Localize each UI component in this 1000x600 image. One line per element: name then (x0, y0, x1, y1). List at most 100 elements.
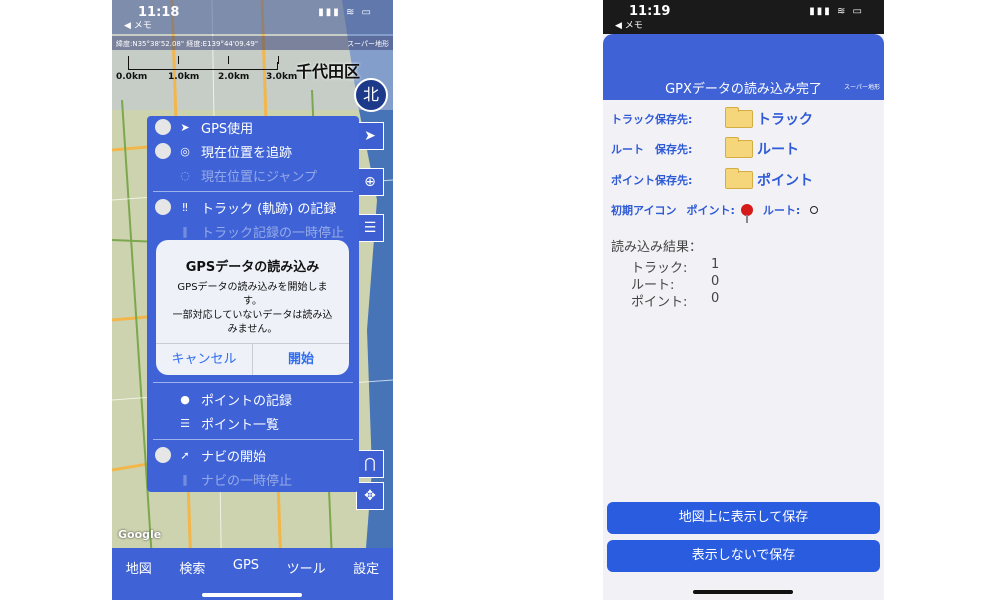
route-destination-row: ルート 保存先: ルート (611, 137, 799, 160)
scale-label: 3.0km (266, 72, 298, 82)
map-source-label: スーパー地形 (347, 40, 389, 48)
location-arrow-button[interactable]: ➤ (356, 122, 384, 150)
menu-item-label: ポイント一覧 (201, 417, 280, 433)
dialog-message: GPSデータの読み込みを開始します。 一部対応していないデータは読み込みません。 (172, 282, 333, 335)
menu-item-record-point[interactable]: ● ポイントの記録 (155, 388, 292, 410)
status-time: 11:19 (629, 4, 671, 19)
tab-map[interactable]: 地図 (126, 558, 152, 600)
menu-item-label: GPS使用 (201, 121, 254, 137)
toggle-switch[interactable] (155, 119, 171, 135)
status-bar: 11:19 ◀ メモ ▮▮▮ ≋ ▭ (603, 0, 884, 34)
result-line: ポイント: 0 (611, 291, 720, 310)
default-icon-label: 初期アイコン (611, 204, 677, 217)
pause-icon: ‖ (182, 224, 188, 238)
route-button[interactable]: ⋂ (356, 450, 384, 478)
location-arrow-icon: ➤ (180, 120, 190, 134)
navigate-arrow-icon: ➚ (180, 448, 190, 462)
result-value: 1 (711, 257, 720, 272)
result-body: トラック保存先: トラック ルート 保存先: ルート ポイント保存先: ポイント… (603, 100, 884, 600)
menu-item-start-navi[interactable]: ➚ ナビの開始 (155, 444, 266, 466)
toggle-switch[interactable] (155, 447, 171, 463)
menu-lines-button[interactable]: ☰ (356, 214, 384, 242)
menu-item-pause-navi[interactable]: ‖ ナビの一時停止 (155, 468, 292, 490)
menu-item-label: トラック (軌跡) の記録 (201, 201, 337, 217)
track-destination-row: トラック保存先: トラック (611, 107, 813, 130)
result-key: ルート: (631, 278, 675, 293)
menu-item-track-position[interactable]: ◎ 現在位置を追跡 (155, 140, 292, 162)
red-pin-icon[interactable] (740, 204, 753, 223)
list-icon: ☰ (180, 416, 190, 430)
circle-icon[interactable] (810, 206, 819, 214)
coordinate-readout: 緯度:N35°38'52.08" 経度:E139°44'09.49" (116, 40, 259, 48)
menu-item-label: ナビの開始 (201, 449, 267, 465)
result-line: トラック: 1 (611, 257, 720, 276)
left-phone-screen: 11:18 ◀ メモ ▮▮▮ ≋ ▭ 緯度:N35°38'52.08" 経度:E… (112, 0, 393, 600)
google-logo: Google (118, 528, 162, 541)
folder-name[interactable]: ポイント (757, 170, 813, 190)
crosshair-button[interactable]: ⊕ (356, 168, 384, 196)
result-value: 0 (711, 274, 720, 289)
toggle-switch[interactable] (155, 199, 171, 215)
tab-settings[interactable]: 設定 (353, 558, 379, 600)
row-label: ルート 保存先: (611, 143, 693, 156)
home-indicator[interactable] (202, 593, 302, 597)
point-destination-row: ポイント保存先: ポイント (611, 168, 813, 191)
save-without-show-button[interactable]: 表示しないで保存 (607, 540, 880, 572)
back-to-app-link[interactable]: ◀ メモ (124, 18, 152, 31)
signal-battery-icons: ▮▮▮ ≋ ▭ (318, 7, 373, 18)
menu-item-label: 現在位置にジャンプ (201, 169, 317, 185)
start-button[interactable]: 開始 (252, 344, 349, 375)
load-results: 読み込み結果： トラック: 1 ルート: 0 ポイント: 0 (611, 236, 720, 310)
move-arrows-button[interactable]: ✥ (356, 482, 384, 510)
folder-name[interactable]: トラック (757, 109, 813, 129)
sheet-header: GPXデータの読み込み完了 スーパー地形 (603, 34, 884, 100)
pin-icon: ● (180, 392, 190, 406)
cancel-button[interactable]: キャンセル (156, 344, 252, 375)
coordinate-bar: 緯度:N35°38'52.08" 経度:E139°44'09.49" スーパー地… (112, 36, 393, 50)
menu-item-gps-use[interactable]: ➤ GPS使用 (155, 116, 253, 138)
dialog-title: GPSデータの読み込み (185, 260, 320, 275)
crosshair-icon: ◌ (180, 168, 190, 182)
compass-icon[interactable]: 北 (354, 78, 388, 112)
save-and-show-button[interactable]: 地図上に表示して保存 (607, 502, 880, 534)
menu-item-jump-position[interactable]: ◌ 現在位置にジャンプ (155, 164, 317, 186)
point-icon-label: ポイント: (686, 204, 735, 217)
map-scale-bar: 0.0km 1.0km 2.0km 3.0km (116, 56, 298, 86)
row-label: ポイント保存先: (611, 174, 693, 187)
folder-icon[interactable] (725, 137, 753, 158)
toggle-switch[interactable] (155, 143, 171, 159)
district-label: 千代田区 (296, 62, 361, 81)
folder-icon[interactable] (725, 107, 753, 128)
default-icon-row: 初期アイコン ポイント: ルート: (611, 202, 819, 223)
folder-name[interactable]: ルート (757, 139, 799, 159)
menu-item-label: 現在位置を追跡 (201, 145, 293, 161)
result-value: 0 (711, 291, 720, 306)
gps-load-dialog: GPSデータの読み込み GPSデータの読み込みを開始します。 一部対応していない… (156, 240, 349, 375)
route-icon-label: ルート: (762, 204, 801, 217)
map-source-label: スーパー地形 (844, 84, 880, 91)
menu-item-label: トラック記録の一時停止 (201, 225, 345, 241)
right-phone-screen: 11:19 ◀ メモ ▮▮▮ ≋ ▭ GPXデータの読み込み完了 スーパー地形 … (603, 0, 884, 600)
result-key: ポイント: (631, 295, 688, 310)
results-title: 読み込み結果： (611, 240, 703, 255)
scale-label: 1.0km (168, 72, 200, 82)
menu-item-point-list[interactable]: ☰ ポイント一覧 (155, 412, 279, 434)
home-indicator[interactable] (693, 590, 793, 594)
menu-item-label: ポイントの記録 (201, 393, 293, 409)
result-line: ルート: 0 (611, 274, 720, 293)
result-key: トラック: (631, 261, 688, 276)
scale-label: 2.0km (218, 72, 250, 82)
page-title: GPXデータの読み込み完了 (665, 82, 822, 97)
menu-item-pause-track[interactable]: ‖ トラック記録の一時停止 (155, 220, 344, 242)
signal-battery-icons: ▮▮▮ ≋ ▭ (809, 6, 864, 17)
row-label: トラック保存先: (611, 113, 693, 126)
compass-letter: 北 (362, 85, 379, 104)
pause-icon: ‖ (182, 472, 188, 486)
scale-label: 0.0km (116, 72, 148, 82)
menu-item-label: ナビの一時停止 (201, 473, 293, 489)
status-bar: 11:18 ◀ メモ ▮▮▮ ≋ ▭ (112, 0, 393, 34)
folder-icon[interactable] (725, 168, 753, 189)
back-to-app-link[interactable]: ◀ メモ (615, 18, 643, 31)
target-icon: ◎ (180, 144, 190, 158)
menu-item-record-track[interactable]: ‼ トラック (軌跡) の記録 (155, 196, 336, 218)
